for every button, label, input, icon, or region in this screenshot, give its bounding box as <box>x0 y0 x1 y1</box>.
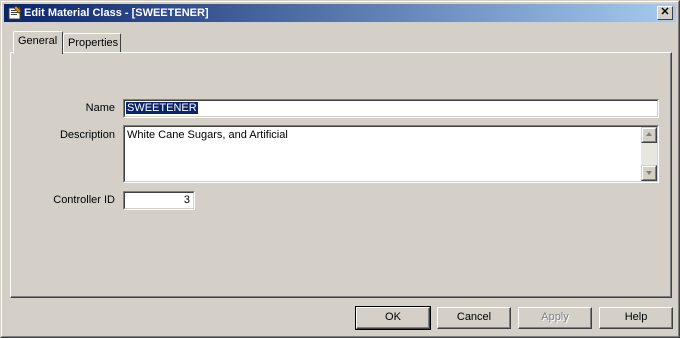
window-title: Edit Material Class - [SWEETENER] <box>24 7 209 19</box>
controller-id-label: Controller ID <box>53 194 115 206</box>
help-button[interactable]: Help <box>599 307 673 329</box>
edit-material-class-dialog: Edit Material Class - [SWEETENER] ✕ Gene… <box>0 0 680 338</box>
name-value: SWEETENER <box>126 102 198 114</box>
tab-properties[interactable]: Properties <box>63 33 121 53</box>
tab-properties-label: Properties <box>68 37 119 49</box>
apply-button[interactable]: Apply <box>518 307 592 329</box>
title-bar[interactable]: Edit Material Class - [SWEETENER] ✕ <box>4 4 676 22</box>
controller-id-value: 3 <box>183 194 190 206</box>
tab-general-label: General <box>18 35 58 47</box>
name-input[interactable]: SWEETENER <box>123 99 659 118</box>
name-label: Name <box>85 102 115 114</box>
close-icon[interactable]: ✕ <box>657 6 673 20</box>
scroll-up-icon[interactable] <box>641 127 657 143</box>
scroll-down-icon[interactable] <box>641 165 657 181</box>
description-value: White Cane Sugars, and Artificial <box>127 129 288 141</box>
ok-button[interactable]: OK <box>355 306 431 330</box>
tab-general[interactable]: General <box>13 31 63 54</box>
description-scrollbar[interactable] <box>641 127 657 181</box>
controller-id-input[interactable]: 3 <box>123 191 195 210</box>
properties-icon <box>7 5 23 21</box>
description-label: Description <box>59 129 115 141</box>
description-textarea[interactable]: White Cane Sugars, and Artificial <box>123 125 659 183</box>
cancel-button[interactable]: Cancel <box>437 307 511 329</box>
